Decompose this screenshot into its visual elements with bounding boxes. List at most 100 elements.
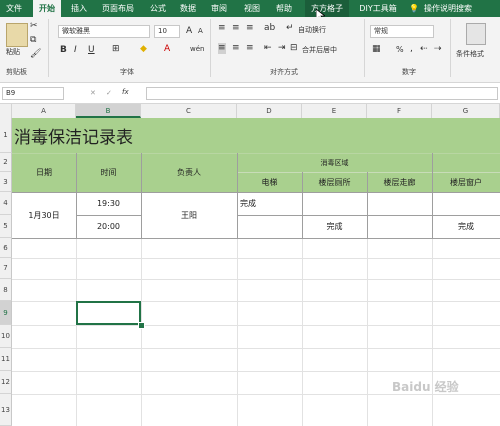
cancel-button[interactable]: ✕ (90, 89, 96, 97)
row-header[interactable]: 10 (0, 325, 12, 348)
merge-center-button[interactable]: 合并后居中 (302, 45, 337, 55)
increase-indent-icon[interactable]: ⇥ (278, 43, 286, 54)
selected-cell-b9[interactable] (76, 301, 141, 325)
row-header[interactable]: 5 (0, 215, 12, 238)
align-bottom-icon[interactable]: ≡ (246, 23, 254, 34)
fill-color-icon[interactable]: ◆ (140, 44, 147, 55)
merge-icon[interactable]: ⊟ (290, 43, 298, 54)
insert-function-button[interactable]: fx (122, 88, 129, 96)
row-header[interactable]: 2 (0, 153, 12, 172)
column-header[interactable]: D (237, 104, 302, 118)
header-person[interactable]: 负责人 (141, 153, 237, 192)
column-header[interactable]: B (76, 104, 141, 118)
column-header[interactable]: A (12, 104, 76, 118)
gridline (12, 348, 500, 349)
row-header[interactable]: 11 (0, 348, 12, 371)
area-window[interactable]: 楼层窗户 (432, 172, 500, 192)
row-header[interactable]: 3 (0, 172, 12, 192)
paste-label[interactable]: 粘贴 (6, 47, 20, 57)
font-color-button[interactable]: A (164, 44, 170, 54)
confirm-button[interactable]: ✓ (106, 89, 112, 97)
group-label-clipboard: 剪贴板 (6, 68, 27, 76)
area-corridor[interactable]: 楼层走廊 (367, 172, 432, 192)
cell-time-1[interactable]: 19:30 (76, 192, 141, 215)
align-top-icon[interactable]: ≡ (218, 23, 226, 34)
column-header[interactable]: C (141, 104, 237, 118)
cut-icon[interactable]: ✂ (30, 21, 38, 32)
phonetic-button[interactable]: wén (190, 45, 204, 53)
wrap-text-icon[interactable]: ↵ (286, 23, 294, 34)
row-header[interactable]: 4 (0, 192, 12, 215)
tab-fangfang[interactable]: 方方格子 (305, 0, 349, 17)
area-elevator[interactable]: 电梯 (237, 172, 302, 192)
tab-data[interactable]: 数据 (176, 0, 200, 17)
align-middle-icon[interactable]: ≡ (232, 23, 240, 34)
tab-view[interactable]: 视图 (240, 0, 264, 17)
cell-e5[interactable]: 完成 (302, 215, 367, 238)
tab-help[interactable]: 帮助 (272, 0, 296, 17)
gridline (302, 238, 303, 426)
header-area[interactable]: 消毒区域 (237, 153, 432, 172)
row-header[interactable]: 13 (0, 394, 12, 426)
font-size-select[interactable]: 10 (154, 25, 180, 38)
sheet-title[interactable]: 消毒保洁记录表 (14, 118, 214, 153)
row-header[interactable]: 8 (0, 279, 12, 301)
row-header[interactable]: 12 (0, 371, 12, 394)
tab-home[interactable]: 开始 (33, 0, 61, 17)
row-header[interactable]: 7 (0, 258, 12, 279)
formula-input[interactable] (146, 87, 498, 100)
column-header[interactable]: E (302, 104, 367, 118)
fill-handle[interactable] (138, 322, 145, 329)
shrink-font-button[interactable]: A (198, 27, 203, 35)
wrap-text-button[interactable]: 自动换行 (298, 25, 326, 35)
decrease-indent-icon[interactable]: ⇤ (264, 43, 272, 54)
header-time[interactable]: 时间 (76, 153, 141, 192)
watermark: Baidu 经验 (392, 380, 459, 394)
area-toilet[interactable]: 楼层厕所 (302, 172, 367, 192)
tab-insert[interactable]: 插入 (66, 0, 92, 17)
align-right-icon[interactable]: ≡ (246, 43, 254, 54)
cell-date[interactable]: 1月30日 (12, 192, 76, 238)
cell-time-2[interactable]: 20:00 (76, 215, 141, 238)
row-header[interactable]: 9 (0, 301, 12, 325)
cell-d4[interactable]: 完成 (240, 192, 302, 215)
font-name-select[interactable]: 微软雅黑 (58, 25, 150, 38)
tell-me-search[interactable]: 操作说明搜索 (424, 0, 498, 17)
decrease-decimal-icon[interactable]: ⇢ (434, 44, 442, 55)
percent-button[interactable]: % (396, 45, 404, 54)
select-all-corner[interactable] (0, 104, 12, 118)
align-center-icon[interactable]: ≡ (232, 43, 240, 54)
comma-button[interactable]: , (410, 44, 413, 54)
header-date[interactable]: 日期 (12, 153, 76, 192)
orientation-icon[interactable]: ab (264, 23, 275, 34)
column-headers: A B C D E F G (0, 104, 500, 119)
cell-g5[interactable]: 完成 (432, 215, 500, 238)
name-box[interactable]: B9 (2, 87, 64, 100)
accounting-format-icon[interactable]: ▦ (372, 44, 381, 55)
row-header[interactable]: 1 (0, 118, 12, 153)
column-header[interactable]: G (432, 104, 500, 118)
tab-page-layout[interactable]: 页面布局 (98, 0, 138, 17)
bold-button[interactable]: B (60, 45, 67, 55)
borders-icon[interactable]: ⊞ (112, 44, 120, 55)
number-format-select[interactable]: 常规 (370, 25, 434, 38)
italic-button[interactable]: I (74, 45, 77, 55)
gridline (367, 238, 368, 426)
tab-formulas[interactable]: 公式 (146, 0, 170, 17)
paste-icon[interactable] (6, 23, 28, 47)
tab-diy-toolbox[interactable]: DIY工具箱 (356, 0, 400, 17)
increase-decimal-icon[interactable]: ⇠ (420, 44, 428, 55)
copy-icon[interactable]: ⧉ (30, 35, 36, 46)
grow-font-button[interactable]: A (186, 26, 192, 36)
tab-review[interactable]: 审阅 (207, 0, 231, 17)
column-header[interactable]: F (367, 104, 432, 118)
align-left-icon[interactable]: ≡ (218, 43, 226, 54)
cell-person[interactable]: 王阳 (141, 192, 237, 238)
row-header[interactable]: 6 (0, 238, 12, 258)
format-painter-icon[interactable]: 🖌 (30, 49, 41, 60)
conditional-format-button[interactable]: 条件格式 (456, 49, 484, 59)
underline-button[interactable]: U (88, 45, 95, 55)
tab-file[interactable]: 文件 (0, 0, 28, 17)
conditional-format-icon[interactable] (466, 23, 486, 45)
gridline (237, 238, 238, 426)
